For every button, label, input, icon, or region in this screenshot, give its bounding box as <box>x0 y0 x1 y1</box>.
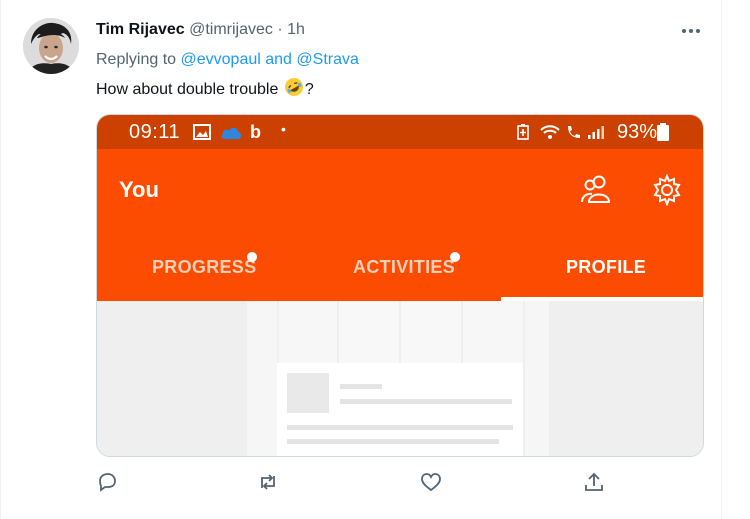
battery-saver-icon <box>517 124 529 140</box>
more-options-icon[interactable] <box>677 22 705 40</box>
replying-prefix: Replying to <box>96 51 177 68</box>
tab-progress-dot <box>247 252 257 262</box>
settings-gear-icon[interactable] <box>651 174 683 206</box>
tweet-media[interactable]: 09:11 b • 93% You PROGRESS ACTIVITIES PR… <box>96 114 704 457</box>
tab-progress[interactable]: PROGRESS <box>152 257 256 278</box>
tweet-header: Tim Rijavec @timrijavec · 1h <box>96 21 305 39</box>
tweet-time[interactable]: 1h <box>287 21 305 38</box>
status-time: 09:11 <box>129 121 181 143</box>
avatar[interactable] <box>23 18 79 74</box>
mention-strava[interactable]: @Strava <box>296 51 358 68</box>
tab-activities[interactable]: ACTIVITIES <box>353 257 455 278</box>
avatar-image <box>23 18 79 74</box>
wifi-icon <box>540 125 560 139</box>
cloud-icon <box>221 127 241 139</box>
tab-profile[interactable]: PROFILE <box>566 257 646 278</box>
author-name[interactable]: Tim Rijavec <box>96 21 185 38</box>
wifi-calling-icon <box>568 126 580 138</box>
page-title: You <box>119 177 159 202</box>
tweet-text-main: How about double trouble <box>96 81 279 98</box>
tweet-text-end: ? <box>304 81 314 98</box>
friends-icon[interactable] <box>580 174 614 204</box>
mention-evvopaul[interactable]: @evvopaul <box>181 51 261 68</box>
strava-app-header: You PROGRESS ACTIVITIES PROFILE <box>97 149 703 301</box>
battery-percent: 93% <box>616 121 657 143</box>
tab-activities-dot <box>450 252 460 262</box>
like-icon[interactable] <box>420 471 442 493</box>
signal-icon <box>588 126 604 139</box>
share-icon[interactable] <box>583 471 605 493</box>
rolling-on-floor-laughing-emoji-icon <box>284 78 303 96</box>
tweet-text: How about double trouble ? <box>96 77 314 99</box>
loading-placeholder <box>97 301 703 456</box>
author-handle[interactable]: @timrijavec <box>189 21 273 38</box>
notification-dot-icon: • <box>281 121 286 137</box>
replying-to: Replying to @evvopaul and @Strava <box>96 51 359 69</box>
skeleton-placeholder <box>97 301 703 456</box>
replying-and: and <box>265 51 292 68</box>
battery-icon <box>657 123 669 141</box>
separator-dot: · <box>277 21 283 38</box>
retweet-icon[interactable] <box>257 471 279 493</box>
tweet-container[interactable]: Tim Rijavec @timrijavec · 1h Replying to… <box>0 0 722 519</box>
bing-icon: b <box>250 122 261 142</box>
gallery-icon <box>193 124 211 140</box>
reply-icon[interactable] <box>96 471 118 493</box>
phone-status-bar: 09:11 b • 93% <box>97 115 703 149</box>
